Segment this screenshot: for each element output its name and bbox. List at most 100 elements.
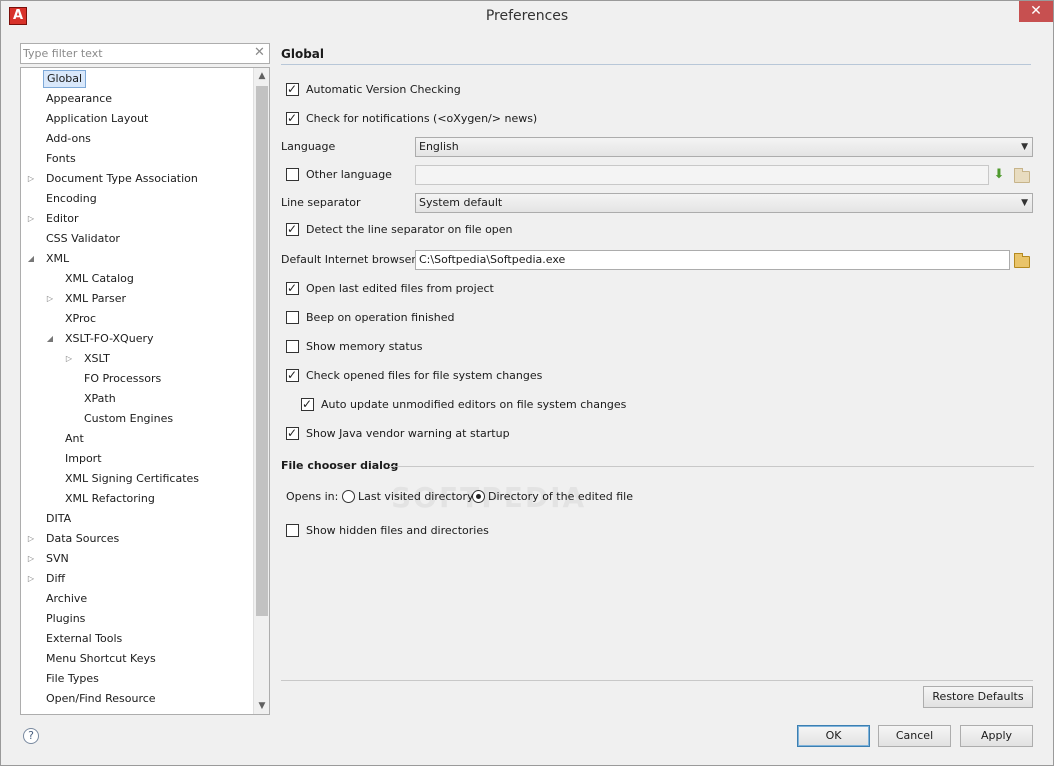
tree-item-label[interactable]: Import — [62, 450, 105, 468]
last-visited-radio[interactable] — [342, 490, 355, 503]
tree-item-label[interactable]: XSLT — [81, 350, 113, 368]
tree-item-label[interactable]: Data Sources — [43, 530, 122, 548]
folder-icon[interactable] — [1014, 253, 1030, 268]
beep-on-finish-label[interactable]: Beep on operation finished — [306, 309, 454, 327]
tree-item-label[interactable]: Plugins — [43, 610, 88, 628]
auto-update-editors-label[interactable]: Auto update unmodified editors on file s… — [321, 396, 626, 414]
scroll-thumb[interactable] — [256, 86, 268, 616]
java-vendor-warning-label[interactable]: Show Java vendor warning at startup — [306, 425, 510, 443]
tree-item-label[interactable]: Custom Engines — [81, 410, 176, 428]
tree-item-label[interactable]: XML Signing Certificates — [62, 470, 202, 488]
tree-item-label[interactable]: Encoding — [43, 190, 100, 208]
detect-line-separator-label[interactable]: Detect the line separator on file open — [306, 221, 513, 239]
preferences-window: A Preferences ✕ ✕ Global Appearance Applic… — [0, 0, 1054, 766]
clear-filter-icon[interactable]: ✕ — [253, 46, 266, 60]
check-fs-changes-label[interactable]: Check opened files for file system chang… — [306, 367, 542, 385]
language-value: English — [419, 140, 459, 153]
tree-item-label[interactable]: Menu Shortcut Keys — [43, 650, 159, 668]
show-hidden-checkbox[interactable] — [286, 524, 299, 537]
collapsed-arrow-icon[interactable]: ▷ — [26, 210, 36, 228]
section-title-file-chooser: File chooser dialog — [281, 459, 399, 472]
tree-item-label[interactable]: SVN — [43, 550, 72, 568]
collapsed-arrow-icon[interactable]: ▷ — [26, 530, 36, 548]
default-browser-label: Default Internet browser — [281, 253, 416, 266]
tree-item-label[interactable]: XML Parser — [62, 290, 129, 308]
default-browser-field[interactable]: C:\Softpedia\Softpedia.exe — [415, 250, 1010, 270]
tree-item-label[interactable]: XML Refactoring — [62, 490, 158, 508]
section-divider — [389, 466, 1034, 467]
tree-item-label[interactable]: FO Processors — [81, 370, 164, 388]
check-notifications-checkbox[interactable] — [286, 109, 299, 127]
collapsed-arrow-icon[interactable]: ▷ — [26, 570, 36, 588]
tree-item-label[interactable]: DITA — [43, 510, 74, 528]
preferences-tree: Global Appearance Application Layout Add-on… — [20, 67, 270, 715]
other-language-checkbox[interactable] — [286, 168, 299, 181]
tree-scrollbar[interactable]: ▲ ▼ — [253, 68, 269, 714]
line-separator-value: System default — [419, 196, 503, 209]
line-separator-label: Line separator — [281, 196, 361, 209]
window-title: Preferences — [485, 8, 569, 24]
collapsed-arrow-icon[interactable]: ▷ — [26, 170, 36, 188]
tree-item-label[interactable]: Editor — [43, 210, 82, 228]
cancel-button[interactable]: Cancel — [878, 725, 951, 747]
expanded-arrow-icon[interactable]: ◢ — [45, 330, 55, 348]
open-last-edited-checkbox[interactable] — [286, 279, 299, 297]
tree-item-label[interactable]: File Types — [43, 670, 102, 688]
line-separator-combo[interactable]: System default ▼ — [415, 193, 1033, 213]
help-icon[interactable]: ? — [23, 728, 39, 744]
language-label: Language — [281, 140, 336, 153]
check-fs-changes-checkbox[interactable] — [286, 366, 299, 384]
collapsed-arrow-icon[interactable]: ▷ — [26, 550, 36, 568]
tree-item-label[interactable]: XSLT-FO-XQuery — [62, 330, 157, 348]
show-hidden-label[interactable]: Show hidden files and directories — [306, 522, 489, 540]
other-language-label[interactable]: Other language — [306, 166, 392, 184]
tree-item-label[interactable]: CSS Validator — [43, 230, 123, 248]
chevron-down-icon: ▼ — [1021, 198, 1028, 208]
language-combo[interactable]: English ▼ — [415, 137, 1033, 157]
tree-item-label[interactable]: Application Layout — [43, 110, 151, 128]
tree-item-label[interactable]: Open/Find Resource — [43, 690, 159, 708]
tree-item-label[interactable]: XProc — [62, 310, 99, 328]
tree-item-label[interactable]: XPath — [81, 390, 119, 408]
tree-item-label[interactable]: Ant — [62, 430, 87, 448]
filter-field[interactable]: ✕ — [20, 43, 270, 64]
auto-update-editors-checkbox[interactable] — [301, 395, 314, 413]
show-memory-checkbox[interactable] — [286, 340, 299, 353]
chevron-down-icon: ▼ — [1021, 142, 1028, 152]
tree-item-label[interactable]: Fonts — [43, 150, 79, 168]
opens-in-label: Opens in: — [286, 490, 339, 503]
title-bar[interactable]: A Preferences ✕ — [1, 1, 1053, 32]
section-title-global: Global — [281, 47, 325, 61]
tree-item-label[interactable]: Document Type Association — [43, 170, 201, 188]
tree-item-label[interactable]: XML Catalog — [62, 270, 137, 288]
java-vendor-warning-checkbox[interactable] — [286, 424, 299, 442]
folder-icon[interactable] — [1014, 168, 1030, 183]
tree-item-label[interactable]: Add-ons — [43, 130, 94, 148]
section-divider — [281, 64, 1031, 65]
check-notifications-label[interactable]: Check for notifications (<oXygen/> news) — [306, 110, 537, 128]
close-button[interactable]: ✕ — [1019, 1, 1053, 22]
scroll-down-icon[interactable]: ▼ — [254, 698, 269, 714]
tree-item-label[interactable]: Appearance — [43, 90, 115, 108]
filter-input[interactable] — [21, 44, 251, 63]
restore-defaults-button[interactable]: Restore Defaults — [923, 686, 1033, 708]
beep-on-finish-checkbox[interactable] — [286, 311, 299, 324]
open-last-edited-label[interactable]: Open last edited files from project — [306, 280, 494, 298]
auto-version-check-checkbox[interactable] — [286, 80, 299, 98]
tree-item-label[interactable]: Global — [43, 70, 87, 88]
tree-item-label[interactable]: External Tools — [43, 630, 125, 648]
expanded-arrow-icon[interactable]: ◢ — [26, 250, 36, 268]
collapsed-arrow-icon[interactable]: ▷ — [45, 290, 55, 308]
auto-version-check-label[interactable]: Automatic Version Checking — [306, 81, 461, 99]
tree-item-label[interactable]: XML — [43, 250, 72, 268]
collapsed-arrow-icon[interactable]: ▷ — [64, 350, 74, 368]
other-language-field[interactable] — [415, 165, 989, 185]
tree-item-label[interactable]: Diff — [43, 570, 68, 588]
apply-button[interactable]: Apply — [960, 725, 1033, 747]
scroll-up-icon[interactable]: ▲ — [254, 68, 269, 84]
download-icon[interactable]: ⬇ — [992, 168, 1006, 182]
show-memory-label[interactable]: Show memory status — [306, 338, 422, 356]
tree-item-label[interactable]: Archive — [43, 590, 90, 608]
ok-button[interactable]: OK — [797, 725, 870, 747]
detect-line-separator-checkbox[interactable] — [286, 220, 299, 238]
